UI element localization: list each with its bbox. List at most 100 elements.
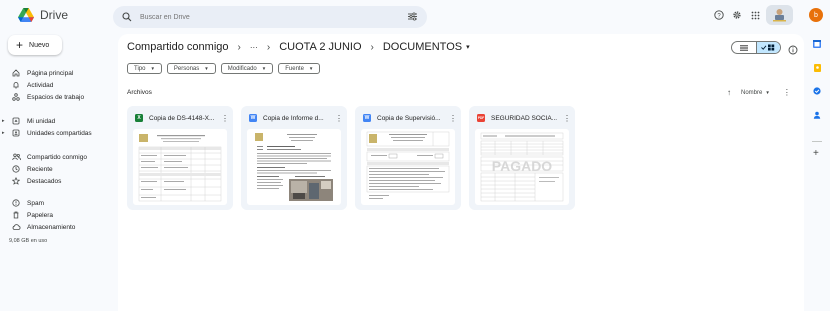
file-title: Copia de Informe d... [263,114,324,122]
filter-people[interactable]: Personas ▼ [166,63,216,74]
plus-icon: + [16,38,24,52]
trash-icon [11,210,21,220]
file-card[interactable]: W Copia de Supervisió... ⋮ [355,106,461,210]
dropdown-arrow-icon[interactable]: ▼ [765,90,769,95]
settings-icon[interactable] [730,8,744,22]
section-title: Archivos [127,89,152,96]
sidebar-item-label: Reciente [27,165,53,173]
sidebar-item-label: Espacios de trabajo [27,93,85,101]
chip-label: Personas [173,65,200,72]
sidebar-item-label: Unidades compartidas [27,129,92,137]
doc-file-icon: W [249,114,257,122]
file-card[interactable]: X Copia de DS-4148-X... ⋮ [127,106,233,210]
breadcrumb-ellipsis[interactable]: ··· [250,43,258,52]
more-options-icon[interactable]: ⋮ [335,114,343,123]
organization-logo[interactable] [766,5,793,25]
people-icon [11,152,21,162]
dropdown-arrow-icon[interactable]: ▾ [466,43,470,51]
sidebar-item-starred[interactable]: Destacados [0,175,61,187]
drive-logo[interactable]: Drive [18,8,68,22]
sidebar-item-spam[interactable]: Spam [0,197,44,209]
file-card[interactable]: PDF SEGURIDAD SOCIA... ⋮ PAGADO [469,106,575,210]
sort-direction-icon[interactable]: ↑ [727,88,731,97]
chevron-right-icon: › [370,41,374,53]
search-options-icon[interactable] [408,12,417,21]
keep-icon[interactable] [813,64,821,72]
app-name: Drive [40,8,69,22]
more-options-icon[interactable]: ⋮ [221,114,229,123]
search-bar[interactable] [113,6,427,28]
list-view-button[interactable] [732,42,756,53]
side-panel-rail: + [804,34,830,311]
more-options-icon[interactable]: ⋮ [783,88,791,97]
more-options-icon[interactable]: ⋮ [563,114,571,123]
dropdown-arrow-icon: ▼ [261,66,267,71]
sidebar-item-shared-with-me[interactable]: Compartido conmigo [0,151,87,163]
filter-modified[interactable]: Modificado ▼ [220,63,274,74]
avatar[interactable]: b [809,8,823,22]
file-title: Copia de Supervisió... [377,114,441,122]
dropdown-arrow-icon: ▼ [308,66,314,71]
sidebar-item-label: Spam [27,199,44,207]
sidebar-item-my-drive[interactable]: ▸ Mi unidad [0,115,55,127]
new-button-label: Nuevo [29,41,50,49]
calendar-icon[interactable] [813,40,821,48]
sidebar-item-label: Papelera [27,211,54,219]
sheet-file-icon: X [135,114,143,122]
file-title: SEGURIDAD SOCIA... [491,114,558,122]
sidebar-item-trash[interactable]: Papelera [0,209,53,221]
sidebar-item-workspaces[interactable]: Espacios de trabajo [0,91,84,103]
chip-label: Fuente [285,65,304,72]
info-icon[interactable] [788,42,798,60]
my-drive-icon [11,116,21,126]
pdf-file-icon: PDF [477,114,485,122]
chip-label: Modificado [227,65,257,72]
sidebar-item-recent[interactable]: Reciente [0,163,53,175]
clock-icon [11,164,21,174]
file-thumbnail [361,129,455,205]
sidebar-item-label: Compartido conmigo [27,153,87,161]
workspaces-icon [11,92,21,102]
view-toggle [731,41,781,54]
sidebar-item-storage[interactable]: Almacenamiento [0,221,75,233]
tasks-icon[interactable] [813,87,821,95]
filter-type[interactable]: Tipo ▼ [127,63,162,74]
help-icon[interactable]: ? [712,8,726,22]
cloud-icon [11,222,21,232]
filter-source[interactable]: Fuente ▼ [278,63,321,74]
doc-file-icon: W [363,114,371,122]
contacts-icon[interactable] [813,111,821,119]
storage-usage-text: 9,08 GB en uso [9,238,48,244]
expand-icon[interactable]: ▸ [2,118,8,124]
add-addon-icon[interactable]: + [813,148,819,159]
grid-view-button[interactable] [755,42,780,53]
apps-grid-icon[interactable] [748,8,762,22]
sort-control: ↑ Nombre ▼ ⋮ [727,88,791,97]
sidebar-item-home[interactable]: Página principal [0,67,73,79]
drive-logo-icon [18,8,34,22]
home-icon [11,68,21,78]
breadcrumb-root[interactable]: Compartido conmigo [127,41,229,53]
expand-icon[interactable]: ▸ [2,130,8,136]
search-input[interactable] [140,13,380,21]
spam-icon [11,198,21,208]
sort-label[interactable]: Nombre [741,90,762,96]
breadcrumb-parent[interactable]: CUOTA 2 JUNIO [279,41,361,53]
divider [812,141,822,142]
sidebar-item-label: Almacenamiento [27,223,76,231]
new-button[interactable]: + Nuevo [8,35,62,55]
sidebar-item-activity[interactable]: Actividad [0,79,53,91]
sidebar: + Nuevo Página principal Actividad Espac… [0,34,118,311]
file-card[interactable]: W Copia de Informe d... ⋮ [241,106,347,210]
star-icon [11,176,21,186]
bell-icon [11,80,21,90]
breadcrumb: Compartido conmigo › ··· › CUOTA 2 JUNIO… [127,41,470,53]
more-options-icon[interactable]: ⋮ [449,114,457,123]
sidebar-item-label: Actividad [27,81,54,89]
sidebar-item-label: Destacados [27,177,62,185]
file-thumbnail [133,129,227,205]
breadcrumb-current[interactable]: DOCUMENTOS [383,41,462,53]
dropdown-arrow-icon: ▼ [204,66,209,71]
search-icon[interactable] [122,12,132,22]
sidebar-item-shared-drives[interactable]: ▸ Unidades compartidas [0,127,92,139]
